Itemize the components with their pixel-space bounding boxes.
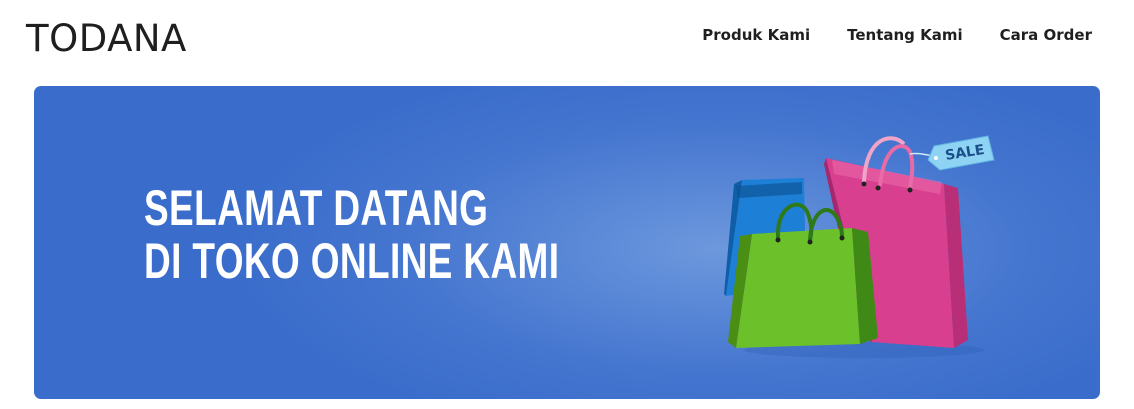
banner-headline: SELAMAT DATANG DI TOKO ONLINE KAMI [144,182,559,288]
site-logo-text[interactable]: TODANA [26,16,187,62]
nav-link-produk-kami[interactable]: Produk Kami [702,24,810,46]
banner-headline-line-1: SELAMAT DATANG [144,180,489,236]
nav-link-tentang-kami[interactable]: Tentang Kami [847,24,963,46]
hero-banner: SELAMAT DATANG DI TOKO ONLINE KAMI SALE [34,86,1100,399]
banner-headline-line-2: DI TOKO ONLINE KAMI [144,233,560,289]
page: TODANA Produk Kami Tentang Kami Cara Ord… [0,0,1134,409]
sale-tag-icon: SALE [909,135,995,171]
nav-link-cara-order[interactable]: Cara Order [1000,24,1092,46]
shopping-bags-illustration: SALE [724,135,995,358]
main-nav: Produk Kami Tentang Kami Cara Order [702,24,1092,46]
